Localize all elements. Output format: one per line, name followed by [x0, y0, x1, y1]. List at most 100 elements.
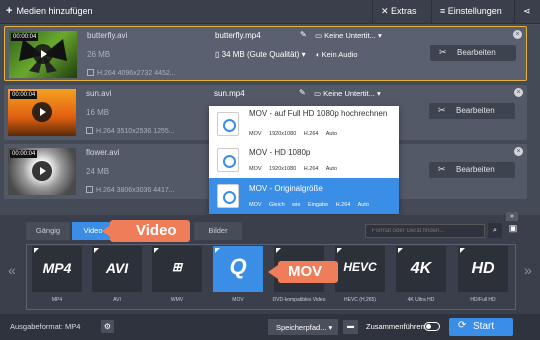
- scissors-icon: ✂: [439, 47, 447, 57]
- toolbar: + Medien hinzufügen ✕ Extras ≡ Einstellun…: [0, 0, 540, 24]
- file-row[interactable]: 00:00:04 butterfly.avi 26 MB H.264 4096x…: [4, 26, 527, 81]
- scissors-icon: ✂: [438, 164, 446, 174]
- output-name[interactable]: butterfly.mp4: [215, 31, 261, 40]
- remove-file-icon[interactable]: ×: [514, 88, 523, 97]
- tab-popular[interactable]: Gängig: [26, 222, 70, 240]
- subtitle-text: Keine Untertit...: [324, 31, 376, 40]
- share-button[interactable]: ⋖: [514, 0, 540, 24]
- plus-icon: +: [6, 5, 13, 17]
- quicktime-icon: Q: [229, 254, 247, 279]
- carousel-right-icon[interactable]: »: [524, 262, 532, 278]
- video-thumbnail[interactable]: 00:00:04: [9, 31, 77, 78]
- preset-option[interactable]: MOV - HD 1080p MOV 1920x1080 H.264 Auto: [209, 142, 399, 178]
- remove-file-icon[interactable]: ×: [514, 147, 523, 156]
- play-icon[interactable]: [33, 44, 53, 64]
- edit-button[interactable]: ✂ Bearbeiten: [429, 162, 515, 178]
- start-label: Start: [473, 321, 495, 332]
- remove-file-icon[interactable]: ×: [513, 30, 522, 39]
- corner-mark: [215, 248, 220, 253]
- preset-title: MOV - auf Full HD 1080p hochrechnen: [249, 109, 388, 118]
- pencil-icon[interactable]: ✎: [299, 88, 306, 97]
- corner-mark: [34, 248, 39, 253]
- carousel-left-icon[interactable]: «: [8, 262, 16, 278]
- output-size[interactable]: ▯ 34 MB (Gute Qualität) ▾: [215, 50, 306, 59]
- preset-specs: MOV 1920x1080 H.264 Auto: [249, 166, 338, 172]
- add-media-label: Medien hinzufügen: [16, 6, 93, 16]
- video-thumbnail[interactable]: 00:00:04: [8, 148, 76, 195]
- info-icon: [87, 69, 94, 76]
- save-path-button[interactable]: Speicherpfad... ▾: [268, 319, 338, 335]
- format-label: MP4: [51, 297, 63, 303]
- search-icon[interactable]: ⌕: [488, 223, 502, 238]
- format-tile-hevc[interactable]: HEVC: [335, 246, 385, 292]
- output-format-label: Ausgabeformat: MP4: [10, 322, 81, 331]
- folder-icon[interactable]: ▬: [343, 320, 358, 334]
- file-meta: H.264 4096x2732 4452...: [87, 69, 176, 77]
- add-media-button[interactable]: + Medien hinzufügen: [6, 5, 93, 17]
- file-meta-text: H.264 4096x2732 4452...: [97, 70, 176, 77]
- play-icon[interactable]: [32, 161, 52, 181]
- corner-mark: [276, 248, 281, 253]
- video-thumbnail[interactable]: 00:00:04: [8, 89, 76, 136]
- format-logo: 4K: [410, 260, 432, 277]
- format-search-input[interactable]: [365, 224, 485, 238]
- audio-select[interactable]: ◖ Kein Audio: [315, 50, 358, 59]
- edit-button[interactable]: ✂ Bearbeiten: [430, 45, 516, 61]
- play-icon[interactable]: [32, 102, 52, 122]
- format-label: WMV: [170, 297, 184, 303]
- output-name[interactable]: sun.mp4: [214, 89, 245, 98]
- video-callout: Video: [110, 220, 190, 242]
- refresh-icon: ⟳: [458, 320, 467, 331]
- save-path-label: Speicherpfad...: [276, 323, 327, 332]
- extras-label: Extras: [391, 6, 417, 16]
- mov-callout-text: MOV: [288, 263, 323, 280]
- extras-button[interactable]: ✕ Extras: [372, 0, 425, 24]
- device-detect-icon[interactable]: ▣: [506, 223, 520, 238]
- share-icon: ⋖: [523, 6, 531, 16]
- format-logo: HEVC: [343, 260, 377, 274]
- format-label: AVI: [113, 297, 121, 303]
- pencil-icon[interactable]: ✎: [300, 30, 307, 39]
- edit-label: Bearbeiten: [456, 165, 495, 174]
- file-meta-text: H.264 3510x2536 1255...: [96, 128, 175, 135]
- merge-label: Zusammenführen: [366, 322, 425, 331]
- file-icon: ▯: [215, 50, 222, 59]
- mov-callout: MOV: [278, 261, 338, 283]
- format-tile-4k[interactable]: 4K: [396, 246, 446, 292]
- merge-toggle[interactable]: [424, 322, 440, 331]
- file-name: butterfly.avi: [87, 31, 128, 40]
- settings-button[interactable]: ≡ Einstellungen: [431, 0, 510, 24]
- info-icon: [86, 127, 93, 134]
- format-tile-wmv[interactable]: ⊞: [152, 246, 202, 292]
- audio-text: Kein Audio: [321, 50, 358, 59]
- gear-icon[interactable]: ⚙: [101, 320, 114, 333]
- corner-mark: [154, 248, 159, 253]
- tab-images[interactable]: Bilder: [194, 222, 242, 240]
- start-button[interactable]: ⟳ Start: [449, 318, 513, 336]
- corner-mark: [460, 248, 465, 253]
- preset-option[interactable]: MOV - auf Full HD 1080p hochrechnen MOV …: [209, 106, 399, 142]
- duration-badge: 00:00:04: [11, 33, 39, 41]
- format-tile-mov[interactable]: Q: [213, 246, 263, 292]
- collapse-panel-icon[interactable]: »: [506, 212, 518, 221]
- format-label: HD/Full HD: [470, 297, 496, 303]
- format-tile-mp4[interactable]: MP4: [32, 246, 82, 292]
- subtitle-text: Keine Untertit...: [323, 89, 375, 98]
- duration-badge: 00:00:04: [10, 91, 38, 99]
- format-tile-avi[interactable]: AVI: [92, 246, 142, 292]
- format-tile-hd[interactable]: HD: [458, 246, 508, 292]
- corner-mark: [337, 248, 342, 253]
- preset-dropdown: MOV - auf Full HD 1080p hochrechnen MOV …: [209, 106, 399, 214]
- quicktime-icon: [217, 112, 239, 136]
- subtitle-select[interactable]: ▭ Keine Untertit... ▾: [314, 89, 381, 98]
- corner-mark: [94, 248, 99, 253]
- edit-button[interactable]: ✂ Bearbeiten: [429, 103, 515, 119]
- format-logo: HD: [471, 260, 495, 277]
- callout-pointer: [102, 224, 112, 238]
- preset-option-selected[interactable]: MOV - Originalgröße MOV Gleich wie Einga…: [209, 178, 399, 214]
- quicktime-icon: [217, 184, 239, 208]
- subtitle-select[interactable]: ▭ Keine Untertit... ▾: [315, 31, 382, 40]
- corner-mark: [398, 248, 403, 253]
- quicktime-icon: [217, 148, 239, 172]
- menu-icon: ≡: [440, 6, 448, 16]
